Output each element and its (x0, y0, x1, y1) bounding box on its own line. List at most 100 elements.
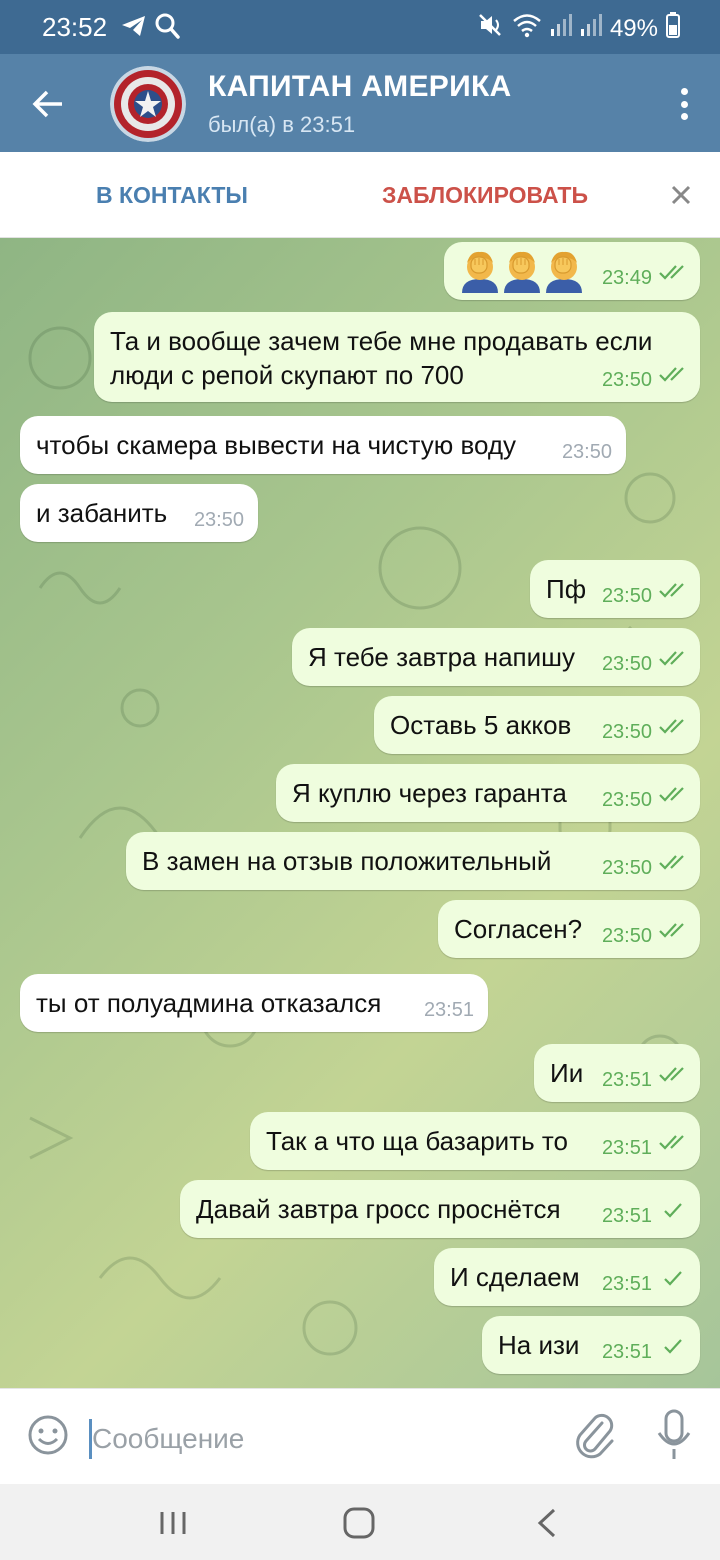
search-icon (154, 12, 180, 45)
double-check-icon (658, 915, 688, 946)
wifi-icon (512, 12, 542, 45)
close-action-bar-button[interactable] (664, 178, 698, 212)
message-line: На изи (498, 1330, 580, 1360)
message-text: Оставь 5 акков (390, 708, 571, 742)
outgoing-message[interactable]: Оставь 5 акков 23:50 (374, 696, 700, 754)
message-line: люди с репой скупают по 700 (110, 360, 464, 390)
chat-messages[interactable]: facepalm x323:49 Та и вообще зачем тебе м… (0, 238, 720, 1388)
message-text: и забанить (36, 496, 167, 530)
message-text: ты от полуадмина отказался (36, 986, 381, 1020)
message-line: Оставь 5 акков (390, 710, 572, 740)
double-check-icon (658, 1127, 688, 1158)
last-seen-status: был(а) в 23:51 (208, 112, 356, 137)
attach-button[interactable] (572, 1409, 616, 1461)
message-line: Ии (550, 1058, 584, 1088)
back-button[interactable] (22, 78, 74, 130)
incoming-message[interactable]: ты от полуадмина отказался 23:51 (20, 974, 488, 1032)
message-time: 23:50 (601, 653, 652, 675)
outgoing-message[interactable]: Пф 23:50 (530, 560, 700, 618)
message-line: Я куплю через гаранта (292, 778, 567, 808)
message-line: Давай завтра гросс проснётся (196, 1194, 561, 1224)
signal-icon (550, 13, 572, 44)
message-time: 23:49 (601, 267, 652, 289)
outgoing-message[interactable]: Согласен? 23:50 (438, 900, 700, 958)
message-text: Я тебе завтра напишу (308, 640, 575, 674)
outgoing-message[interactable]: Так а что ща базарить то 23:51 (250, 1112, 700, 1170)
more-button[interactable] (674, 82, 694, 126)
double-check-icon (658, 643, 688, 674)
outgoing-message[interactable]: На изи 23:51 (482, 1316, 700, 1374)
message-time: 23:50 (601, 789, 652, 811)
message-text: В замен на отзыв положительный (142, 844, 551, 878)
message-time: 23:50 (601, 721, 652, 743)
message-input-bar (0, 1388, 720, 1484)
message-time: 23:50 (601, 585, 652, 607)
message-line: Я тебе завтра напишу (308, 642, 576, 672)
contact-action-bar: В КОНТАКТЫ ЗАБЛОКИРОВАТЬ (0, 152, 720, 238)
message-time: 23:50 (601, 925, 652, 947)
nav-back-icon (537, 1508, 556, 1538)
emoji-button[interactable] (26, 1413, 70, 1457)
incoming-message[interactable]: чтобы скамера вывести на чистую воду 23:5… (20, 416, 626, 474)
single-check-icon (658, 1263, 688, 1294)
close-icon (671, 185, 691, 205)
outgoing-message[interactable]: Я куплю через гаранта 23:50 (276, 764, 700, 822)
outgoing-message[interactable]: Я тебе завтра напишу 23:50 (292, 628, 700, 686)
facepalm-emoji (546, 251, 582, 293)
microphone-icon (657, 1409, 691, 1459)
add-contact-button[interactable]: В КОНТАКТЫ (96, 182, 248, 209)
telegram-icon (120, 14, 148, 43)
message-text: Та и вообще зачем тебе мне продавать есл… (110, 324, 652, 392)
more-vertical-icon (680, 88, 688, 95)
message-line: Пф (546, 574, 587, 604)
chat-title[interactable]: КАПИТАН АМЕРИКА (208, 70, 512, 104)
mute-icon (478, 12, 504, 45)
nav-home-button[interactable] (340, 1504, 378, 1542)
message-line: Так а что ща базарить то (266, 1126, 568, 1156)
message-time: 23:51 (601, 1205, 652, 1227)
message-time: 23:51 (601, 1341, 652, 1363)
outgoing-message[interactable]: Та и вообще зачем тебе мне продавать есл… (94, 312, 700, 402)
facepalm-emoji (462, 251, 498, 293)
message-text: Так а что ща базарить то (266, 1124, 568, 1158)
message-text: Ии (550, 1056, 583, 1090)
signal-icon-2 (580, 13, 602, 44)
double-check-icon (658, 257, 688, 288)
message-time: 23:50 (601, 857, 652, 879)
double-check-icon (658, 575, 688, 606)
back-arrow-icon (32, 90, 62, 118)
voice-button[interactable] (654, 1407, 694, 1463)
message-time: 23:51 (601, 1273, 652, 1295)
outgoing-message[interactable]: Ии 23:51 (534, 1044, 700, 1102)
facepalm-emoji (504, 251, 540, 293)
status-bar: 23:52 49% (0, 0, 720, 54)
incoming-message[interactable]: и забанить 23:50 (20, 484, 258, 542)
outgoing-message[interactable]: Давай завтра гросс проснётся 23:51 (180, 1180, 700, 1238)
message-time: 23:50 (561, 441, 612, 463)
paperclip-icon (576, 1413, 614, 1459)
message-line: ты от полуадмина отказался (36, 988, 382, 1018)
message-line: Согласен? (454, 914, 583, 944)
avatar[interactable] (110, 66, 186, 142)
system-nav-bar (0, 1484, 720, 1560)
message-text: чтобы скамера вывести на чистую воду (36, 428, 516, 462)
single-check-icon (658, 1331, 688, 1362)
message-text: Пф (546, 572, 586, 606)
single-check-icon (658, 1195, 688, 1226)
battery-percent: 49% (609, 14, 658, 42)
double-check-icon (658, 359, 688, 390)
message-time: 23:50 (193, 509, 244, 531)
message-time: 23:51 (601, 1069, 652, 1091)
outgoing-message[interactable]: И сделаем 23:51 (434, 1248, 700, 1306)
outgoing-message[interactable]: facepalm x323:49 (444, 242, 700, 300)
outgoing-message[interactable]: В замен на отзыв положительный 23:50 (126, 832, 700, 890)
block-button[interactable]: ЗАБЛОКИРОВАТЬ (382, 182, 588, 209)
status-indicators: 49% (478, 12, 680, 45)
message-line: И сделаем (450, 1262, 580, 1292)
nav-home-icon (343, 1507, 375, 1539)
nav-back-button[interactable] (532, 1504, 562, 1542)
message-text: Согласен? (454, 912, 582, 946)
message-input[interactable] (92, 1417, 532, 1461)
message-text: Давай завтра гросс проснётся (196, 1192, 561, 1226)
nav-recent-button[interactable] (156, 1506, 190, 1540)
